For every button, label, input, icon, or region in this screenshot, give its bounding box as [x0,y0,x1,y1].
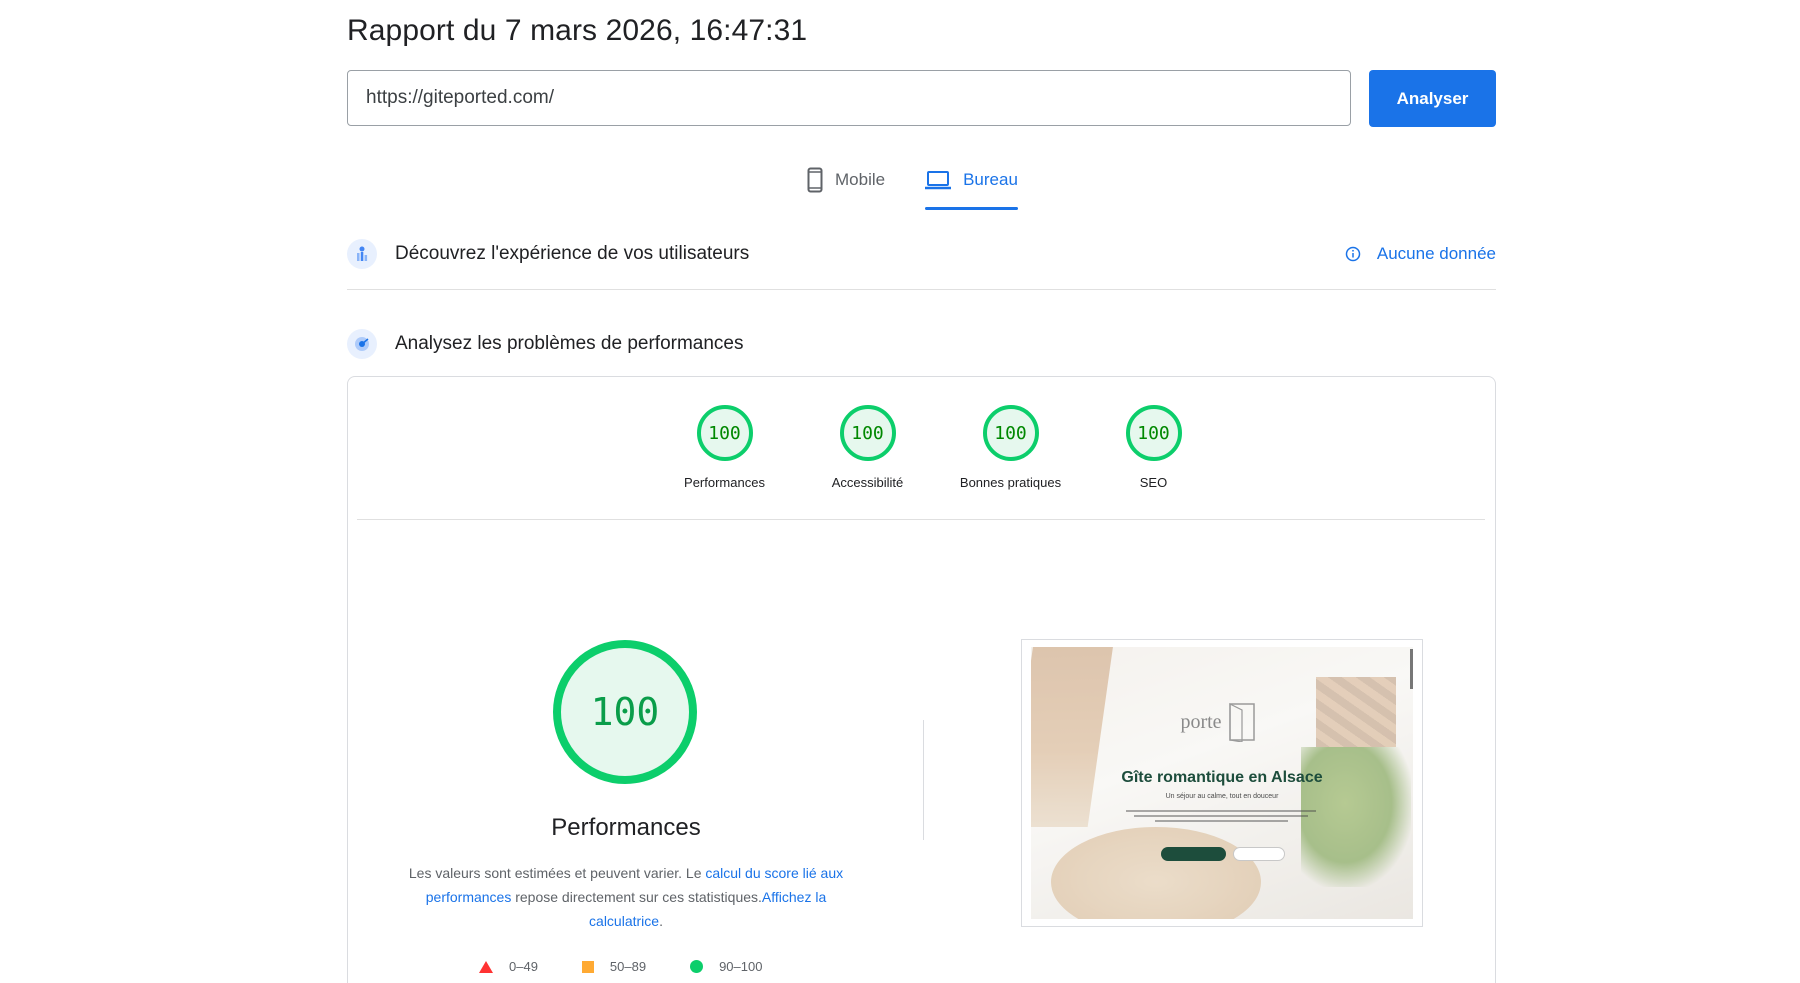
screenshot-scrollbar [1410,649,1413,689]
tab-mobile-label: Mobile [835,170,886,189]
url-input[interactable] [347,70,1351,126]
final-screenshot-frame: porte Gîte romantique en Alsace Un séjou… [1021,639,1423,927]
screenshot-subheading: Un séjour au calme, tout en douceur [1165,793,1279,800]
gauge-accessibility[interactable]: 100 Accessibilité [796,405,939,490]
screenshot-primary-button [1161,847,1226,861]
legend-fail: 0–49 [479,959,538,974]
lab-section-header: Analysez les problèmes de performances [347,322,1496,366]
gauge-score: 100 [696,405,753,461]
legend-average: 50–89 [581,959,647,974]
score-note-text: Les valeurs sont estimées et peuvent var… [408,865,706,881]
legend-range: 0–49 [509,959,538,974]
legend-pass: 90–100 [690,959,762,974]
tab-desktop-label: Bureau [963,170,1018,189]
no-data-link[interactable]: Aucune donnée [1345,244,1496,264]
lighthouse-icon [347,329,377,359]
gauge-score: 100 [1125,405,1182,461]
final-screenshot: porte Gîte romantique en Alsace Un séjou… [1031,647,1413,919]
crux-section-title: Découvrez l'expérience de vos utilisateu… [395,243,750,264]
score-note: Les valeurs sont estimées et peuvent var… [401,861,851,933]
tab-mobile[interactable]: Mobile [807,162,885,198]
category-gauges: 100 Performances 100 Accessibilité 100 B… [653,405,1225,490]
info-icon [1345,246,1361,262]
triangle-icon [479,960,493,973]
screenshot-secondary-button [1233,847,1285,861]
page-title: Rapport du 7 mars 2026, 16:47:31 [347,14,808,47]
gauge-label: Performances [684,475,765,490]
gauge-score: 100 [982,405,1039,461]
performance-score-gauge: 100 [553,640,697,784]
screenshot-logo-text: porte [1180,710,1222,733]
analyze-button[interactable]: Analyser [1369,70,1496,127]
gauge-score: 100 [839,405,896,461]
screenshot-paragraph [1126,807,1316,825]
screenshot-heading: Gîte romantique en Alsace [1121,769,1323,786]
gauge-performance[interactable]: 100 Performances [653,405,796,490]
gauge-label: Accessibilité [831,475,904,490]
vertical-separator [923,720,924,840]
legend-range: 50–89 [609,959,647,974]
circle-icon [690,960,704,973]
gauge-label: SEO [1139,475,1168,490]
no-data-label: Aucune donnée [1376,244,1496,263]
gauge-label: Bonnes pratiques [959,475,1062,490]
legend-range: 90–100 [719,959,763,974]
score-note-text: . [659,913,663,929]
section-divider [347,289,1496,290]
card-divider [357,519,1485,520]
user-experience-icon [347,239,377,269]
pagespeed-report: Rapport du 7 mars 2026, 16:47:31 Analyse… [0,0,1800,983]
performance-title: Performances [551,814,701,841]
crux-section-header: Découvrez l'expérience de vos utilisateu… [347,232,1496,276]
laptop-icon [925,170,952,190]
tab-desktop[interactable]: Bureau [925,162,1018,210]
gauge-best-practices[interactable]: 100 Bonnes pratiques [939,405,1082,490]
gauge-seo[interactable]: 100 SEO [1082,405,1225,490]
smartphone-icon [807,167,823,193]
device-tabs: Mobile Bureau [807,162,1018,210]
square-icon [581,960,594,973]
score-legend: 0–49 50–89 90–100 [479,959,806,974]
score-note-text: repose directement sur ces statistiques. [511,889,762,905]
lighthouse-report-card: 100 Performances 100 Accessibilité 100 B… [347,376,1496,983]
lab-section-title: Analysez les problèmes de performances [395,333,744,354]
screenshot-logo: porte [1170,699,1270,745]
